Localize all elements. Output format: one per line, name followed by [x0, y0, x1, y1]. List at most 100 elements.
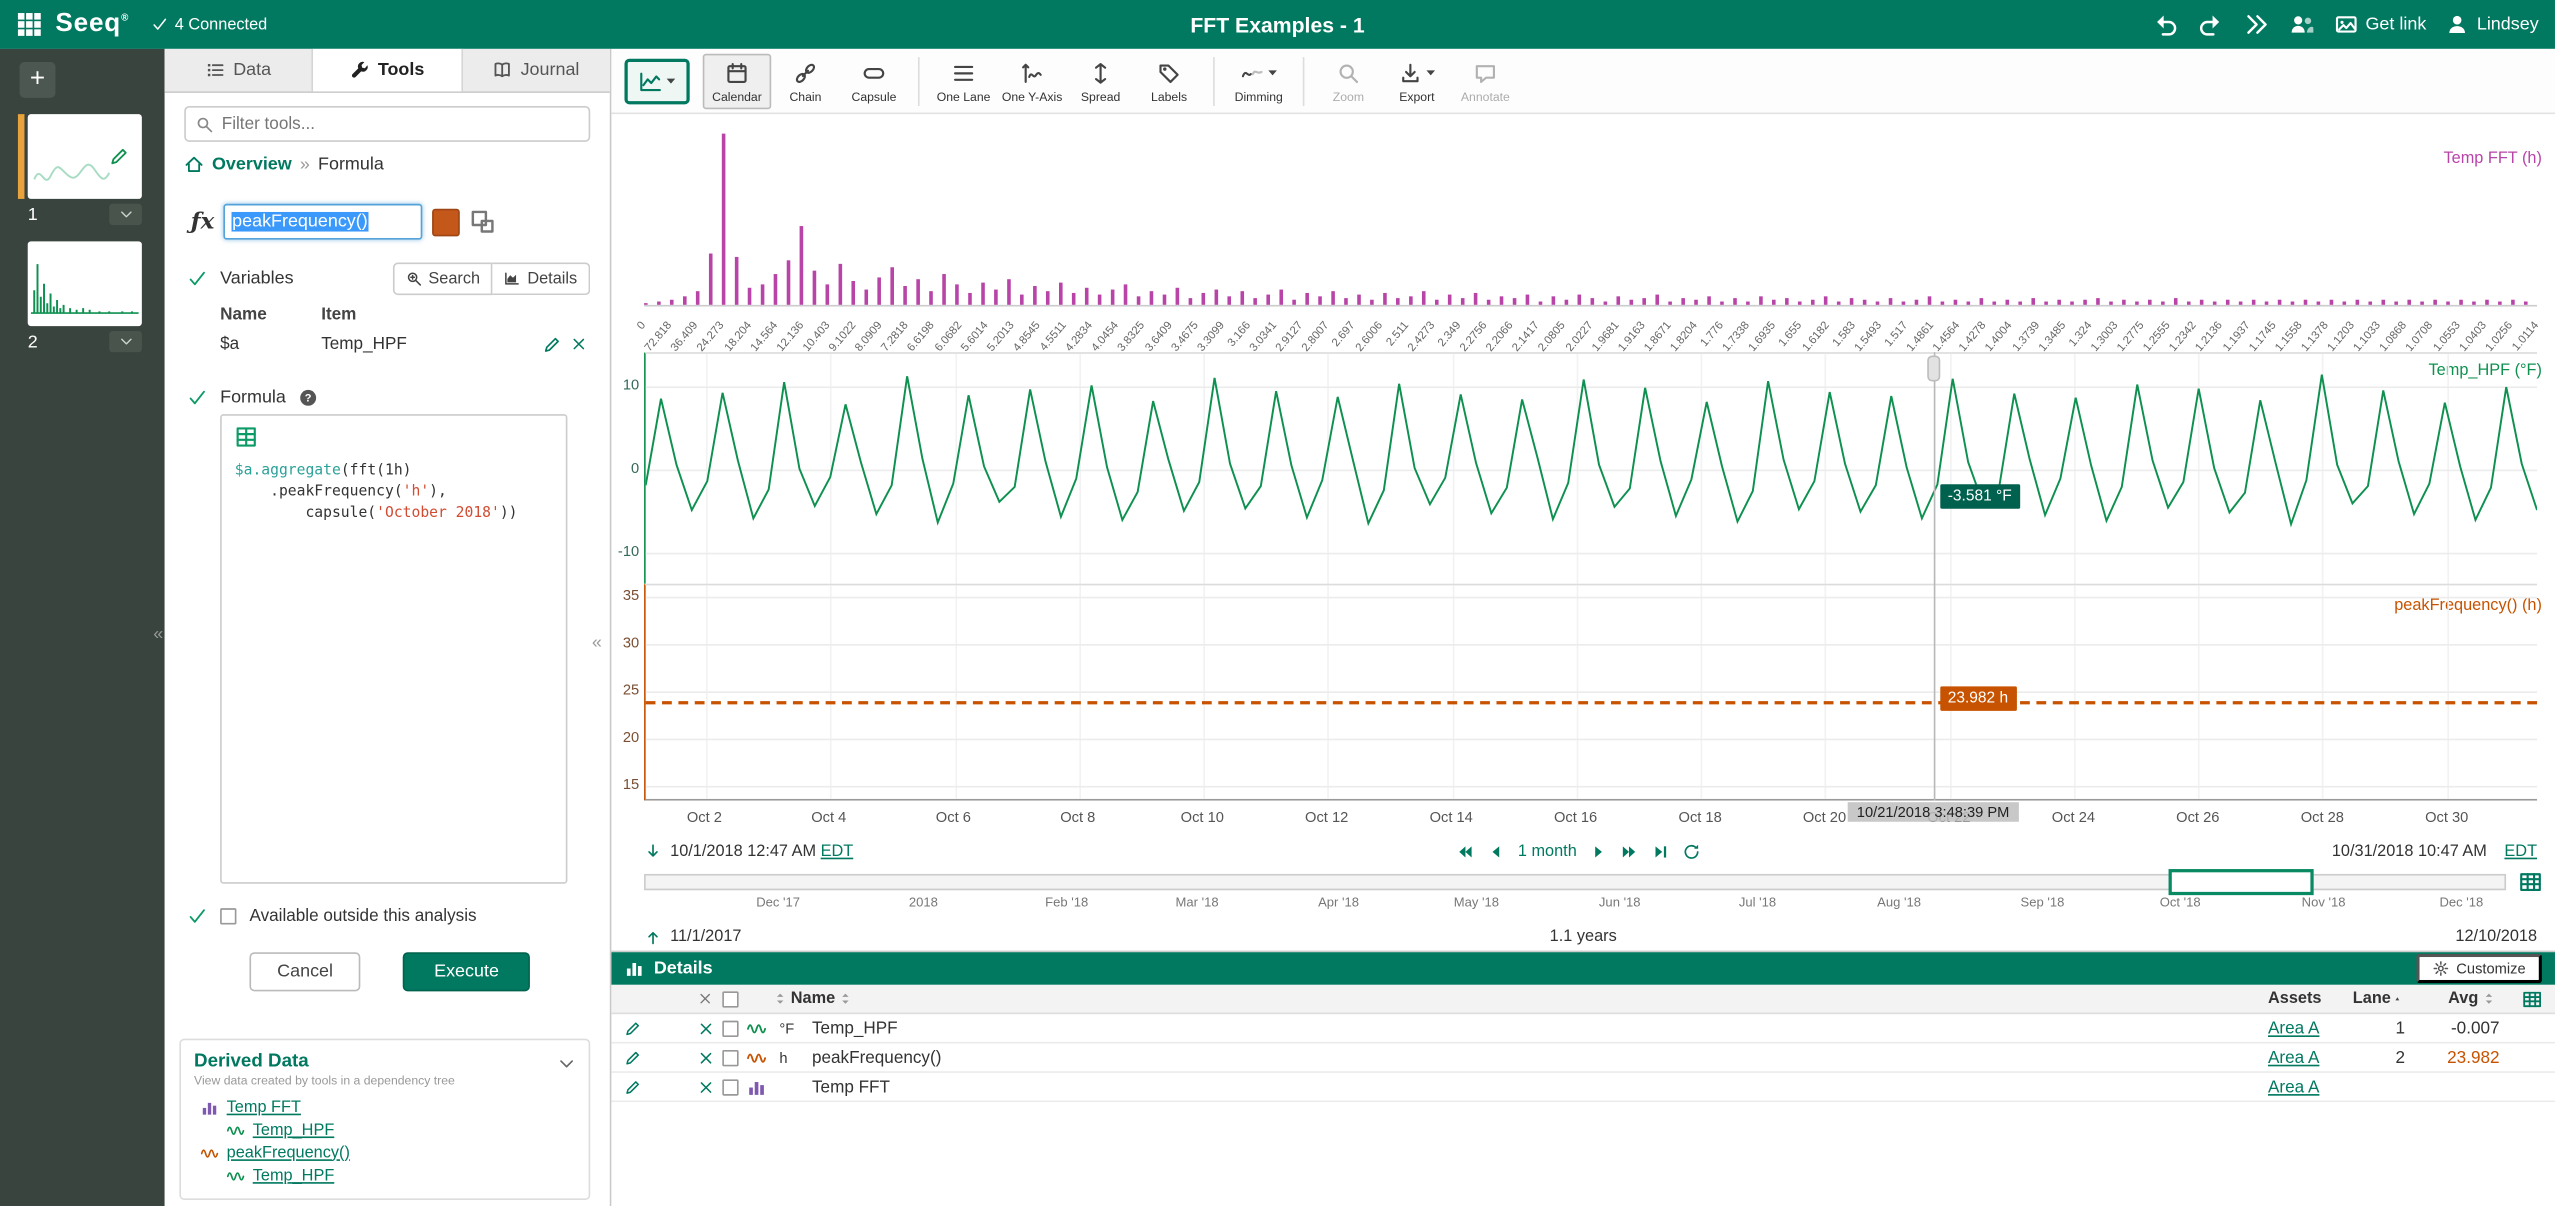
sort-icon[interactable] — [2482, 990, 2497, 1008]
connection-status[interactable]: 4 Connected — [152, 15, 267, 33]
item-checkbox[interactable] — [722, 1020, 738, 1036]
assets-column-header[interactable]: Assets — [2268, 990, 2353, 1008]
add-worksheet-button[interactable]: + — [20, 62, 56, 98]
toolbar-button-dimming[interactable]: Dimming — [1224, 53, 1292, 108]
cursor-handle[interactable] — [1927, 355, 1940, 381]
step-to-end-icon[interactable] — [1652, 842, 1670, 860]
undo-icon[interactable] — [2152, 11, 2178, 37]
worksheet-1-preview[interactable] — [28, 114, 142, 199]
dock-icon[interactable] — [470, 209, 496, 235]
color-swatch-button[interactable] — [433, 208, 461, 236]
item-name[interactable]: Temp FFT — [812, 1077, 2268, 1097]
remove-variable-icon[interactable] — [571, 335, 587, 351]
column-picker-icon[interactable] — [2522, 989, 2542, 1009]
filter-tools-box[interactable] — [184, 106, 590, 142]
formula-name-input[interactable]: peakFrequency() — [224, 204, 423, 240]
avg-column-header[interactable]: Avg — [2448, 990, 2478, 1008]
details-row[interactable]: Temp FFTArea A — [611, 1073, 2555, 1102]
derived-item-link[interactable]: Temp_HPF — [253, 1167, 335, 1185]
tab-tools[interactable]: Tools — [314, 49, 463, 91]
item-name[interactable]: Temp_HPF — [812, 1018, 2268, 1038]
name-column-header[interactable]: Name — [791, 990, 835, 1008]
timezone-link[interactable]: EDT — [821, 842, 854, 860]
lane-column-header[interactable]: Lane — [2353, 990, 2391, 1008]
toolbar-button-export[interactable]: Export — [1383, 53, 1451, 108]
breadcrumb-overview-link[interactable]: Overview — [212, 155, 292, 175]
worksheet-2-preview[interactable] — [28, 241, 142, 326]
sort-icon[interactable] — [838, 990, 853, 1008]
step-back-icon[interactable] — [1487, 842, 1505, 860]
timezone-link[interactable]: EDT — [2504, 842, 2537, 860]
info-icon[interactable] — [673, 1079, 689, 1095]
execute-button[interactable]: Execute — [403, 952, 530, 991]
user-menu[interactable]: Lindsey — [2446, 13, 2539, 36]
chart-area[interactable]: Temp FFT (h) 072.81836.40924.27318.20414… — [611, 114, 2555, 833]
edit-item-icon[interactable] — [624, 1079, 640, 1095]
item-checkbox[interactable] — [722, 1049, 738, 1065]
details-row[interactable]: °FTemp_HPFArea A1-0.007 — [611, 1014, 2555, 1043]
sort-up-icon[interactable] — [2394, 990, 2402, 1008]
item-name[interactable]: peakFrequency() — [812, 1048, 2268, 1068]
select-all-checkbox[interactable] — [722, 991, 738, 1007]
tab-journal[interactable]: Journal — [462, 49, 609, 91]
available-checkbox[interactable] — [220, 908, 236, 924]
users-icon[interactable] — [2289, 11, 2315, 37]
step-back-fast-icon[interactable] — [1456, 842, 1474, 860]
toolbar-button-one-y-axis[interactable]: One Y-Axis — [998, 53, 1066, 108]
toolbar-button-chain[interactable]: Chain — [771, 53, 839, 108]
edit-item-icon[interactable] — [624, 1049, 640, 1065]
toolbar-button-capsule[interactable]: Capsule — [840, 53, 908, 108]
asset-link[interactable]: Area A — [2268, 1048, 2319, 1068]
get-link-button[interactable]: Get link — [2335, 13, 2427, 36]
info-icon[interactable] — [673, 1020, 689, 1036]
bolt-icon[interactable] — [649, 1079, 665, 1095]
cursor-line[interactable] — [1933, 352, 1935, 800]
spreadsheet-icon[interactable] — [235, 426, 258, 449]
help-icon[interactable]: ? — [299, 388, 319, 408]
step-forward-fast-icon[interactable] — [1621, 842, 1639, 860]
worksheet-thumbnail-1[interactable] — [28, 114, 142, 199]
timeline-selection[interactable] — [2168, 869, 2313, 895]
arrow-up-icon[interactable] — [644, 928, 662, 946]
duration-label[interactable]: 1 month — [1518, 842, 1577, 860]
forward-icon[interactable] — [2243, 11, 2269, 37]
asset-link[interactable]: Area A — [2268, 1018, 2319, 1038]
cancel-button[interactable]: Cancel — [249, 952, 360, 991]
refresh-icon[interactable] — [1683, 842, 1701, 860]
remove-item-icon[interactable] — [698, 1079, 714, 1095]
asset-link[interactable]: Area A — [2268, 1077, 2319, 1097]
remove-item-icon[interactable] — [698, 1049, 714, 1065]
customize-button[interactable]: Customize — [2417, 954, 2542, 983]
logo-area[interactable]: Seeq® — [16, 10, 129, 39]
peak-frequency-dashed-line[interactable] — [646, 701, 2537, 704]
worksheet-menu-button[interactable] — [109, 331, 142, 352]
document-title[interactable]: FFT Examples - 1 — [1190, 12, 1364, 36]
sort-icon[interactable] — [773, 990, 788, 1008]
apps-grid-icon[interactable] — [16, 11, 42, 37]
info-icon[interactable] — [673, 1049, 689, 1065]
fft-plot[interactable] — [644, 127, 2537, 306]
timeline-track[interactable] — [644, 874, 2506, 890]
bolt-icon[interactable] — [649, 1049, 665, 1065]
details-variables-button[interactable]: Details — [493, 263, 590, 296]
collapse-strip-handle[interactable]: « — [153, 624, 163, 644]
home-icon[interactable] — [184, 155, 204, 175]
toolbar-button-spread[interactable]: Spread — [1066, 53, 1134, 108]
worksheet-thumbnail-2[interactable] — [28, 241, 142, 326]
edit-item-icon[interactable] — [624, 1020, 640, 1036]
chevron-down-icon[interactable] — [558, 1055, 576, 1073]
toolbar-button-one-lane[interactable]: One Lane — [929, 53, 997, 108]
details-row[interactable]: hpeakFrequency()Area A223.982 — [611, 1044, 2555, 1073]
remove-all-icon[interactable] — [698, 991, 713, 1006]
temp-plot[interactable]: 100-10 — [644, 352, 2537, 584]
pf-plot[interactable]: 3530252015 — [644, 584, 2537, 801]
edit-variable-icon[interactable] — [543, 335, 561, 353]
timeline-options-icon[interactable] — [2519, 871, 2542, 894]
tab-data[interactable]: Data — [165, 49, 314, 91]
derived-item-link[interactable]: Temp_HPF — [253, 1121, 335, 1139]
filter-tools-input[interactable] — [222, 114, 579, 134]
remove-item-icon[interactable] — [698, 1020, 714, 1036]
toolbar-button-calendar[interactable]: Calendar — [703, 53, 771, 108]
formula-code-editor[interactable]: $a.aggregate(fft(1h) .peakFrequency('h')… — [220, 414, 567, 884]
worksheet-menu-button[interactable] — [109, 204, 142, 225]
